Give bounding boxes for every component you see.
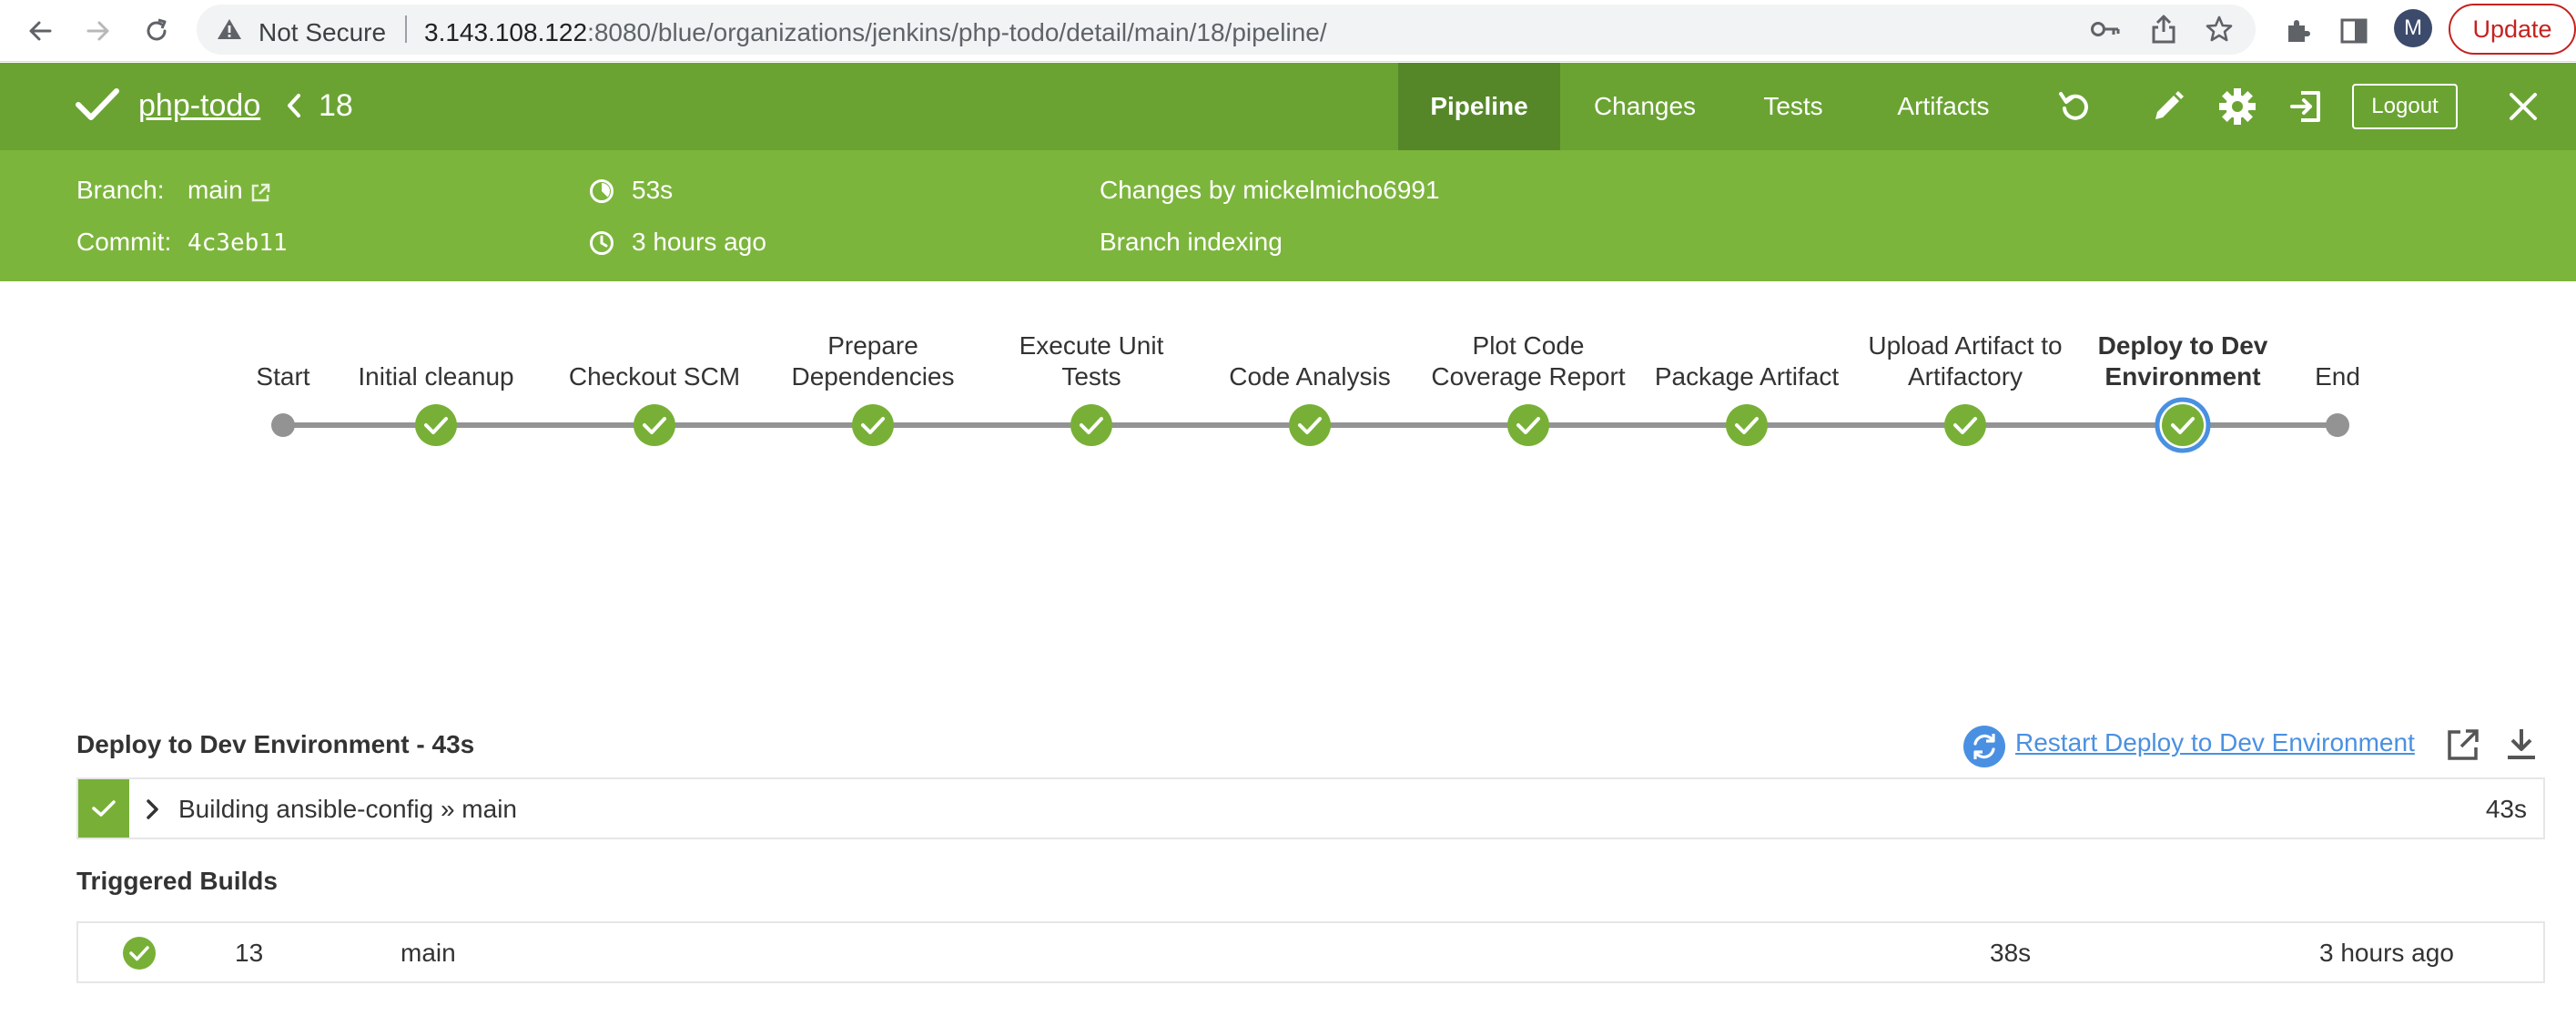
omnibox-divider [405,15,407,43]
stage-label-line: Upload Artifact to [1868,331,2063,360]
stage-label-line: Artifactory [1907,362,2023,391]
address-bar[interactable]: Not Secure 3.143.108.122:8080/blue/organ… [197,5,2256,55]
stage-label-line: Dependencies [791,362,955,391]
stage-label-line: Tests [1061,362,1121,391]
triggered-builds-heading: Triggered Builds [76,867,278,895]
triggered-build-when: 3 hours ago [2319,939,2454,967]
run-started: 3 hours ago [632,228,766,256]
build-success-icon [122,936,157,975]
open-log-popout-icon[interactable] [2445,726,2481,767]
stage-label-plot-code-coverage-report[interactable]: Plot Code Coverage Report [1419,330,1638,392]
download-log-icon[interactable] [2505,726,2538,767]
clock-icon [588,229,615,263]
run-cause: Branch indexing [1100,228,1283,256]
changes-by: Changes by mickelmicho6991 [1100,176,1440,204]
stage-node-prepare-dependencies[interactable] [852,404,894,446]
pipeline-graph: Start Initial cleanup Checkout SCM Prepare D… [0,281,2576,554]
restart-stage-icon[interactable] [1962,725,2006,773]
stage-label-initial-cleanup[interactable]: Initial cleanup [327,361,545,392]
security-label[interactable]: Not Secure [259,18,386,47]
branch-value[interactable]: main [188,176,243,205]
run-success-check-icon [75,86,120,127]
stage-label-line: Execute Unit [1019,331,1164,360]
stage-label-line: Deploy to Dev [2097,331,2268,360]
stage-label-line: End [2315,362,2360,391]
stage-label-execute-unit-tests[interactable]: Execute Unit Tests [982,330,1201,392]
forward-arrow-icon[interactable] [80,13,117,49]
duration-icon [588,178,615,211]
stage-node-plot-code-coverage-report[interactable] [1507,404,1549,446]
star-bookmark-icon[interactable] [2205,15,2234,48]
run-info-bar: Branch: main Commit: 4c3eb11 53s 3 hours… [0,150,2576,281]
triggered-build-branch: main [401,939,456,967]
profile-avatar[interactable]: M [2394,9,2432,47]
stage-label-line: Package Artifact [1654,362,1840,391]
stage-label-line: Code Analysis [1229,362,1391,391]
browser-toolbar: Not Secure 3.143.108.122:8080/blue/organ… [0,0,2576,62]
url-path: :8080/blue/organizations/jenkins/php-tod… [587,18,1327,46]
settings-gear-icon[interactable] [2217,86,2257,127]
commit-value: 4c3eb11 [188,229,288,257]
stage-node-deploy-to-dev-environment[interactable] [2155,397,2211,453]
stage-node-code-analysis[interactable] [1289,404,1331,446]
stage-node-start [271,413,295,437]
stage-node-upload-artifact-to-artifactory[interactable] [1944,404,1986,446]
stage-label-line: Coverage Report [1431,362,1626,391]
warning-triangle-icon[interactable] [217,17,242,46]
stage-label-line: Initial cleanup [358,362,514,391]
stage-node-checkout-scm[interactable] [634,404,675,446]
share-icon[interactable] [2150,14,2177,49]
commit-key: Commit: [76,228,172,256]
chevron-left-icon [284,90,304,126]
extensions-puzzle-icon[interactable] [2279,13,2316,49]
stage-node-execute-unit-tests[interactable] [1070,404,1112,446]
run-duration: 53s [632,176,674,204]
external-link-icon[interactable] [249,181,271,210]
step-success-check-icon [78,779,129,838]
triggered-build-duration: 38s [1990,939,2032,967]
project-name-link[interactable]: php-todo [138,88,260,124]
stage-node-package-artifact[interactable] [1726,404,1768,446]
log-step-duration: 43s [2485,795,2527,823]
update-button[interactable]: Update [2449,4,2576,55]
log-step-text: Building ansible-config » main [178,795,517,823]
stage-label-line: Plot Code [1472,331,1585,360]
tab-tests[interactable]: Tests [1729,63,1857,150]
triggered-build-row[interactable]: 13 main 38s 3 hours ago [76,921,2545,983]
stage-label-line: Checkout SCM [568,362,741,391]
url-host: 3.143.108.122 [424,18,588,46]
reload-icon[interactable] [138,13,175,49]
back-arrow-icon[interactable] [22,13,58,49]
close-icon[interactable] [2503,86,2543,127]
stage-label-end: End [2228,361,2447,392]
run-number: 18 [319,88,353,123]
stage-node-initial-cleanup[interactable] [415,404,457,446]
logout-button[interactable]: Logout [2352,84,2458,129]
stage-label-package-artifact[interactable]: Package Artifact [1638,361,1856,392]
step-title: Deploy to Dev Environment - 43s [76,730,475,758]
edit-pencil-icon[interactable] [2148,86,2188,127]
exit-to-classic-icon[interactable] [2287,86,2327,127]
key-icon[interactable] [2090,16,2121,46]
triggered-build-number[interactable]: 13 [235,939,263,968]
rerun-icon[interactable] [2055,86,2095,127]
stage-label-prepare-dependencies[interactable]: Prepare Dependencies [764,330,982,392]
stage-label-line: Prepare [827,331,918,360]
stage-label-checkout-scm[interactable]: Checkout SCM [545,361,764,392]
jenkins-header: php-todo 18 Pipeline Changes Tests Artif… [0,63,2576,150]
tab-changes[interactable]: Changes [1560,63,1729,150]
tab-artifacts[interactable]: Artifacts [1857,63,2030,150]
stage-node-end [2326,413,2349,437]
restart-stage-link[interactable]: Restart Deploy to Dev Environment [2015,728,2415,757]
stage-label-upload-artifact-to-artifactory[interactable]: Upload Artifact to Artifactory [1856,330,2074,392]
chevron-right-icon[interactable] [144,797,160,826]
url-text[interactable]: 3.143.108.122:8080/blue/organizations/je… [424,18,1327,47]
stage-label-code-analysis[interactable]: Code Analysis [1201,361,1419,392]
tab-pipeline[interactable]: Pipeline [1398,63,1560,150]
branch-key: Branch: [76,176,165,204]
log-step-row[interactable]: Building ansible-config » main 43s [76,777,2545,839]
side-panel-icon[interactable] [2336,13,2372,49]
pipeline-graph-svg [271,397,2349,453]
